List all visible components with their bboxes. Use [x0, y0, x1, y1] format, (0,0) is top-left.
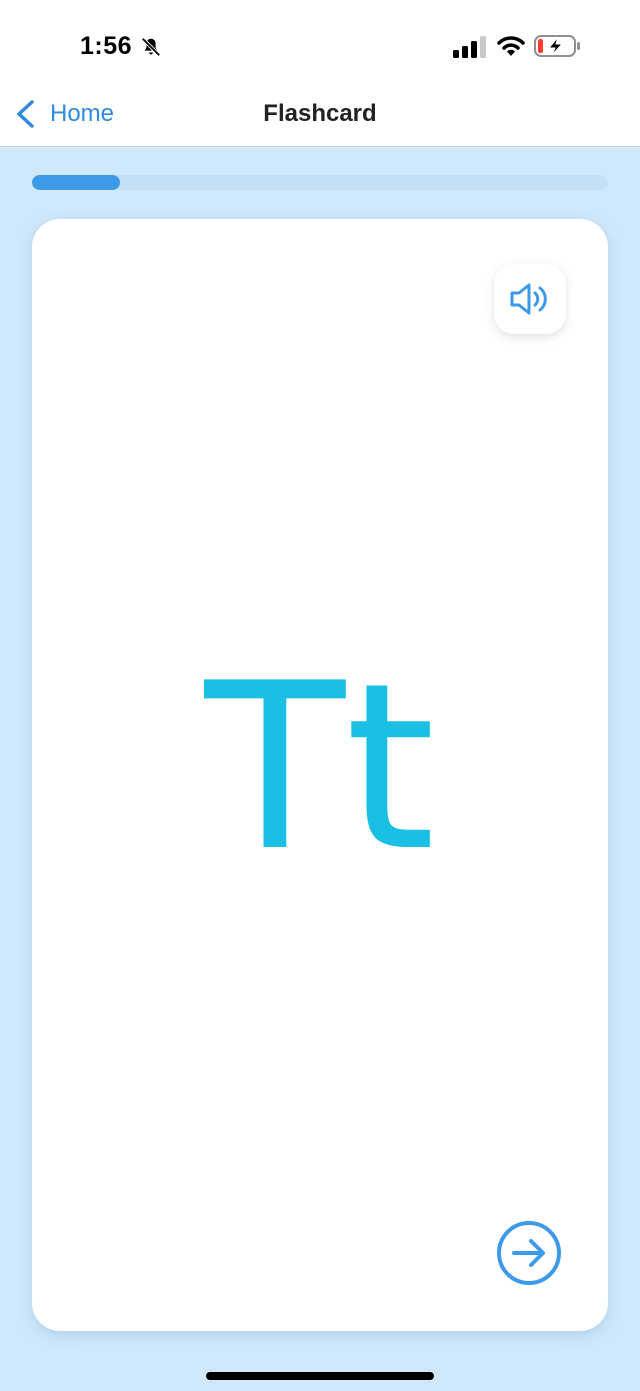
sound-button[interactable]: [494, 264, 566, 334]
wifi-icon: [497, 36, 525, 56]
progress-bar: [32, 175, 608, 190]
progress-fill: [32, 175, 121, 190]
bell-slash-icon: [141, 37, 161, 57]
cellular-signal-icon: [453, 36, 486, 58]
speaker-icon: [510, 283, 547, 315]
home-indicator: [206, 1372, 434, 1380]
status-bar: 1:56: [0, 0, 640, 82]
status-time: 1:56: [80, 32, 133, 60]
page-title: Flashcard: [263, 100, 377, 127]
flashcard-letter: Tt: [204, 635, 436, 902]
navigation-bar: Home Flashcard: [0, 82, 640, 147]
flashcard[interactable]: Tt: [32, 219, 608, 1331]
arrow-right-circle-icon[interactable]: [495, 1219, 563, 1287]
battery-charging-icon: [534, 35, 580, 57]
